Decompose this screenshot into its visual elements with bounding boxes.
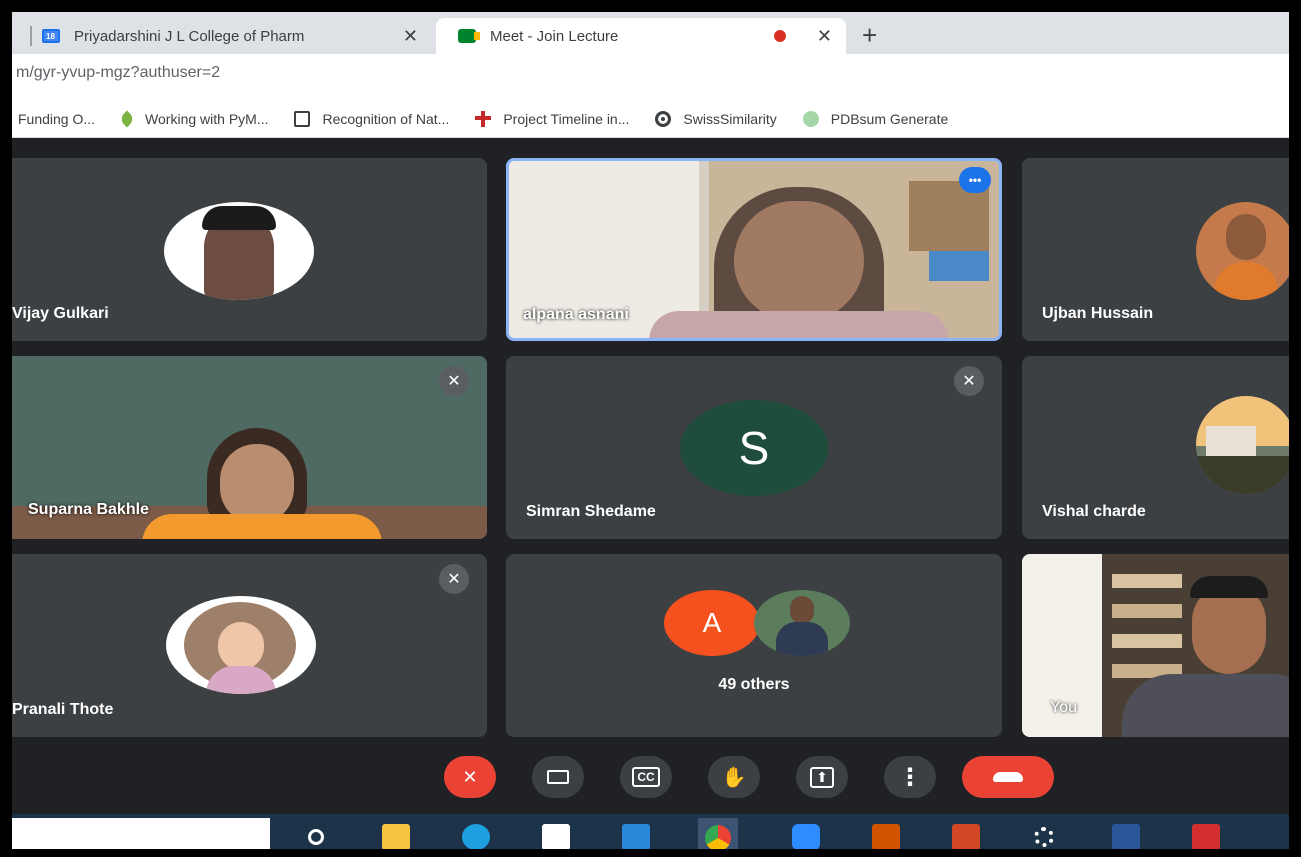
settings-icon[interactable] bbox=[1030, 824, 1058, 849]
participant-name: Vishal charde bbox=[1042, 503, 1146, 520]
screen: 18 Priyadarshini J L College of Pharm ✕ … bbox=[0, 0, 1301, 857]
windows-taskbar bbox=[12, 814, 1289, 849]
mail-icon[interactable] bbox=[622, 824, 650, 849]
powerpoint-icon[interactable] bbox=[952, 824, 980, 849]
cross-icon bbox=[475, 110, 492, 127]
page-icon bbox=[294, 110, 311, 127]
bookmark-label: Funding O... bbox=[18, 110, 96, 127]
bookmark-label: Working with PyM... bbox=[145, 110, 269, 127]
bookmark-label: Project Timeline in... bbox=[503, 110, 630, 127]
bookmark-item[interactable]: SwissSimilarity bbox=[655, 110, 777, 127]
more-options-button[interactable]: ⋮ bbox=[884, 756, 936, 798]
avatar bbox=[1196, 396, 1289, 494]
participant-tile[interactable]: ✕ Pranali Thote bbox=[12, 554, 487, 737]
more-options-icon[interactable]: ••• bbox=[959, 167, 991, 193]
bookmark-item[interactable]: Funding O... bbox=[18, 111, 95, 127]
participant-name: Pranali Thote bbox=[12, 701, 114, 718]
participant-name: Suparna Bakhle bbox=[28, 501, 149, 518]
mic-off-icon: ✕ bbox=[439, 564, 469, 594]
avatar bbox=[164, 202, 314, 300]
tab-title: Priyadarshini J L College of Pharm bbox=[74, 27, 305, 45]
close-tab-icon[interactable]: ✕ bbox=[817, 26, 832, 47]
mic-off-icon: ✕ bbox=[462, 766, 478, 787]
leave-call-button[interactable] bbox=[962, 756, 1054, 798]
meet-participant-grid: Vijay Gulkari ••• alpana asnani Ujban Hu… bbox=[12, 138, 1289, 748]
present-button[interactable]: ⬆ bbox=[796, 756, 848, 798]
bookmark-item[interactable]: Working with PyM... bbox=[118, 110, 269, 127]
participant-name: alpana asnani bbox=[523, 306, 629, 323]
participant-name: You bbox=[1050, 699, 1077, 716]
avatar bbox=[1196, 202, 1289, 300]
app-icon[interactable] bbox=[872, 824, 900, 849]
camera-icon bbox=[547, 770, 569, 784]
meet-icon bbox=[458, 29, 480, 43]
captions-button[interactable]: CC bbox=[620, 756, 672, 798]
more-vert-icon: ⋮ bbox=[898, 763, 922, 791]
taskbar-search-box[interactable] bbox=[12, 818, 270, 849]
bookmark-label: SwissSimilarity bbox=[683, 110, 777, 127]
close-tab-icon[interactable]: ✕ bbox=[403, 26, 418, 47]
participant-name: Vijay Gulkari bbox=[12, 305, 109, 322]
bookmark-item[interactable]: Recognition of Nat... bbox=[294, 110, 450, 127]
avatar bbox=[166, 596, 316, 694]
address-bar[interactable]: m/gyr-yvup-mgz?authuser=2 bbox=[12, 54, 1289, 100]
captions-icon: CC bbox=[632, 767, 660, 787]
bookmark-label: Recognition of Nat... bbox=[322, 110, 450, 127]
bookmark-item[interactable]: Project Timeline in... bbox=[475, 110, 630, 127]
zoom-icon[interactable] bbox=[792, 824, 820, 849]
calendar-icon: 18 bbox=[42, 29, 60, 43]
participant-tile[interactable]: Vishal charde bbox=[1022, 356, 1289, 539]
participant-tile[interactable]: S ✕ Simran Shedame bbox=[506, 356, 1002, 539]
hang-up-icon bbox=[993, 772, 1023, 782]
mic-off-icon: ✕ bbox=[439, 366, 469, 396]
url-text: m/gyr-yvup-mgz?authuser=2 bbox=[16, 64, 221, 81]
avatar: S bbox=[680, 400, 828, 496]
chrome-icon[interactable] bbox=[698, 818, 738, 849]
raise-hand-button[interactable]: ✋ bbox=[708, 756, 760, 798]
bookmark-item[interactable]: PDBsum Generate bbox=[802, 110, 949, 127]
leaf-icon bbox=[118, 110, 136, 127]
participant-tile[interactable]: Vijay Gulkari bbox=[12, 158, 487, 341]
new-tab-button[interactable]: + bbox=[862, 20, 877, 51]
bookmarks-bar: Funding O... Working with PyM... Recogni… bbox=[12, 100, 1289, 138]
participant-name: 49 others bbox=[718, 676, 790, 693]
pdb-icon bbox=[802, 110, 819, 127]
recording-icon bbox=[774, 30, 786, 42]
cortana-icon[interactable] bbox=[302, 824, 330, 849]
participant-tile[interactable]: ✕ Suparna Bakhle bbox=[12, 356, 487, 539]
tab-title: Meet - Join Lecture bbox=[490, 27, 619, 45]
camera-button[interactable] bbox=[532, 756, 584, 798]
tab-college[interactable]: 18 Priyadarshini J L College of Pharm ✕ bbox=[42, 18, 432, 54]
tab-separator bbox=[30, 26, 32, 46]
edge-icon[interactable] bbox=[462, 824, 490, 849]
call-controls-bar: ✕ CC ✋ ⬆ ⋮ bbox=[12, 748, 1289, 814]
globe-icon bbox=[655, 110, 672, 127]
raise-hand-icon: ✋ bbox=[721, 766, 747, 789]
word-icon[interactable] bbox=[1112, 824, 1140, 849]
tab-meet[interactable]: Meet - Join Lecture ✕ bbox=[436, 18, 846, 54]
present-icon: ⬆ bbox=[810, 766, 834, 788]
acrobat-icon[interactable] bbox=[1192, 824, 1220, 849]
mic-off-icon: ✕ bbox=[954, 366, 984, 396]
mic-off-button[interactable]: ✕ bbox=[444, 756, 496, 798]
avatar: A bbox=[664, 590, 760, 656]
participant-name: Simran Shedame bbox=[526, 503, 656, 520]
file-explorer-icon[interactable] bbox=[382, 824, 410, 849]
participant-tile[interactable]: You bbox=[1022, 554, 1289, 737]
participant-tile[interactable]: Ujban Hussain bbox=[1022, 158, 1289, 341]
tab-strip: 18 Priyadarshini J L College of Pharm ✕ … bbox=[12, 12, 1289, 54]
participant-tile[interactable]: A 49 others bbox=[506, 554, 1002, 737]
store-icon[interactable] bbox=[542, 824, 570, 849]
avatar bbox=[754, 590, 850, 656]
participant-name: Ujban Hussain bbox=[1042, 305, 1154, 322]
participant-tile[interactable]: ••• alpana asnani bbox=[506, 158, 1002, 341]
bookmark-label: PDBsum Generate bbox=[830, 110, 949, 127]
